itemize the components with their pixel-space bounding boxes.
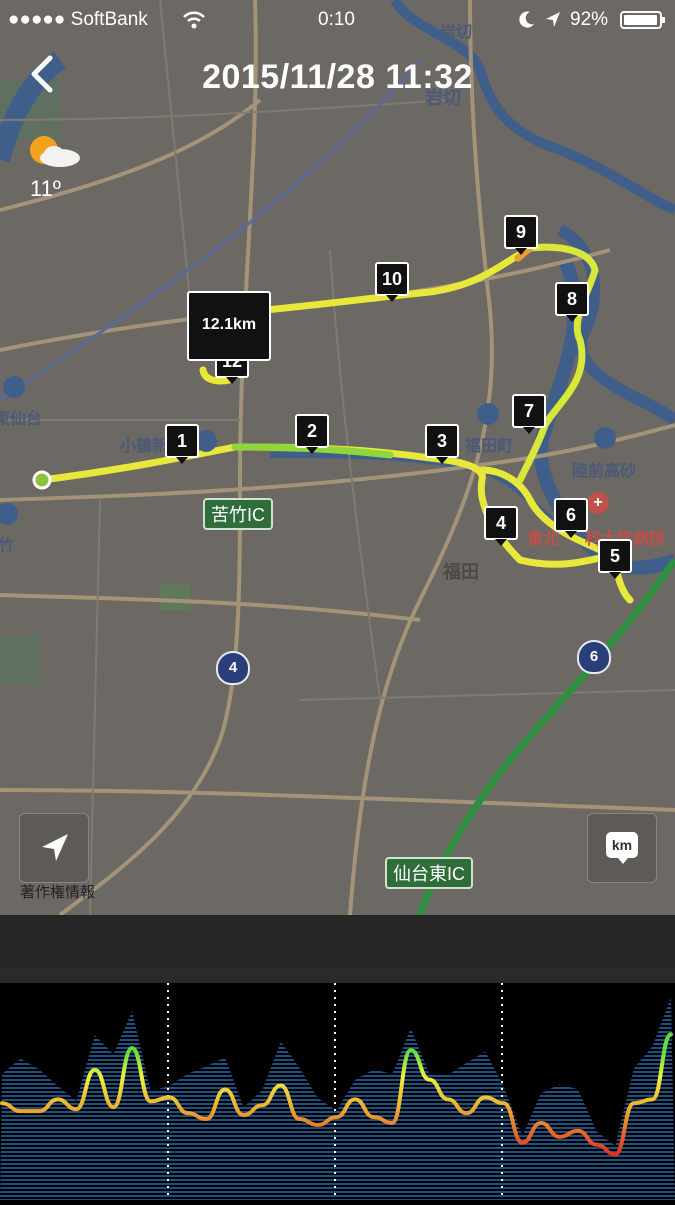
unit-toggle-button[interactable]: km	[587, 813, 657, 883]
place-label-rikuzentakasago: 陸前高砂	[572, 463, 637, 480]
status-bar: ●●●●● SoftBank 0:10 92%	[0, 0, 675, 40]
location-services-icon	[546, 12, 560, 27]
km-marker-4[interactable]: 4	[484, 506, 518, 546]
km-marker-1[interactable]: 1	[165, 424, 199, 464]
divider-band-inner	[0, 915, 675, 969]
km-marker-6[interactable]: 6	[554, 498, 588, 538]
place-label-higashisendai: 東仙台	[0, 411, 43, 428]
station-icon	[594, 427, 616, 449]
place-label-kotsurushin: 小鶴新	[120, 438, 169, 455]
place-label-fukudamachi: 福田町	[465, 438, 514, 455]
km-marker-9[interactable]: 9	[504, 215, 538, 255]
km-marker-2[interactable]: 2	[295, 414, 329, 454]
speech-bubble-tail	[618, 858, 628, 864]
km-marker-8[interactable]: 8	[555, 282, 589, 322]
wifi-icon	[183, 11, 205, 29]
route-map[interactable]: 岩切 岩切 東仙台 小鶴新 福田町 陸前高砂 東北 + 科大学病院 福田 竹 苦…	[0, 0, 675, 915]
unit-label: km	[606, 832, 638, 858]
battery-percent: 92%	[570, 9, 609, 30]
station-icon	[3, 376, 25, 398]
elevation-area	[0, 997, 675, 1200]
moon-icon	[519, 11, 534, 28]
clock: 0:10	[318, 9, 355, 30]
hospital-icon: +	[587, 492, 609, 514]
carrier-label: ●●●●● SoftBank	[8, 9, 148, 30]
ic-sign-nigatake: 苦竹IC	[203, 498, 273, 530]
pace-chart-svg	[0, 983, 675, 1200]
km-marker-10[interactable]: 10	[375, 262, 409, 302]
km-marker-3[interactable]: 3	[425, 424, 459, 464]
pace-chart	[0, 983, 675, 1200]
weather-widget: 11º	[22, 130, 92, 205]
location-arrow-icon	[42, 834, 68, 861]
km-marker-5[interactable]: 5	[598, 539, 632, 579]
temperature: 11º	[30, 176, 61, 201]
battery-icon	[620, 11, 665, 29]
place-label-take: 竹	[0, 538, 15, 555]
distance-callout: 12.1km	[187, 291, 271, 361]
route-shield-4: 4	[216, 651, 250, 685]
place-label-fukuda: 福田	[443, 562, 479, 582]
partly-cloudy-icon	[30, 136, 80, 167]
station-icon	[477, 403, 499, 425]
ic-sign-sendai-higashi: 仙台東IC	[385, 857, 473, 889]
locate-button[interactable]	[19, 813, 89, 883]
copyright-link[interactable]: 著作権情報	[20, 881, 95, 902]
km-marker-7[interactable]: 7	[512, 394, 546, 434]
page-title: 2015/11/28 11:32	[202, 58, 473, 96]
route-shield-6: 6	[577, 640, 611, 674]
